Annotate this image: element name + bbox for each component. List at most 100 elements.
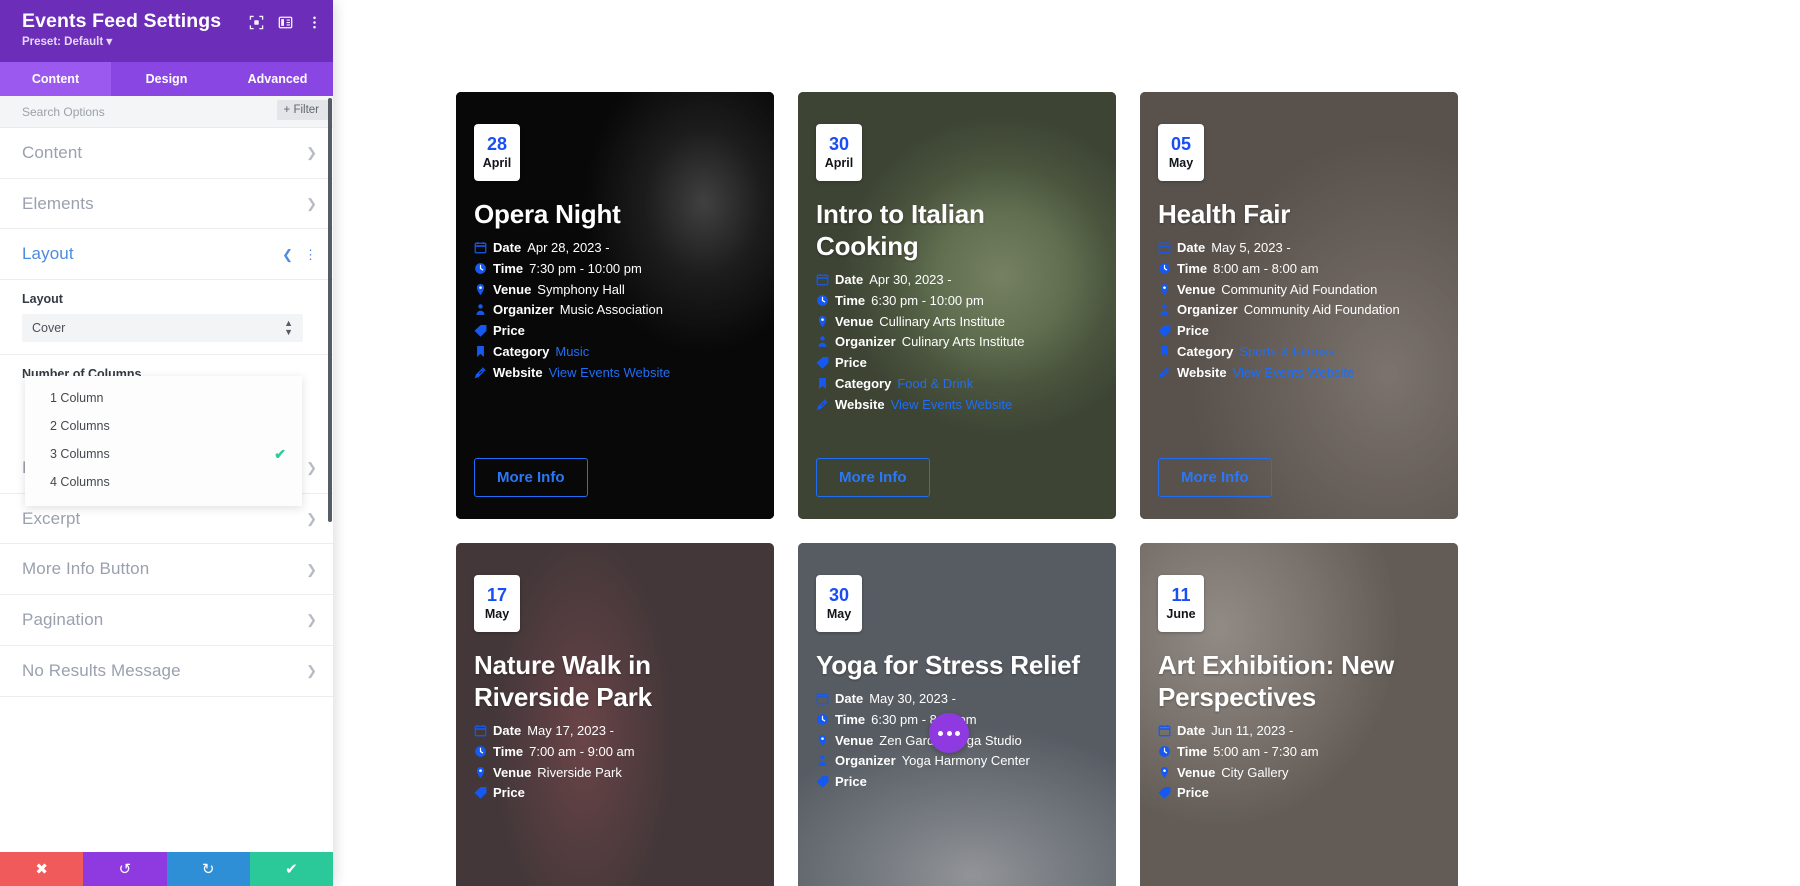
meta-value: Symphony Hall (537, 281, 625, 297)
option-label: 1 Column (50, 391, 104, 405)
dropdown-option-4-columns[interactable]: 4 Columns (25, 468, 302, 496)
columns-dropdown-list[interactable]: 1 Column 2 Columns 3 Columns ✔ 4 Columns (25, 376, 302, 506)
meta-value[interactable]: View Events Website (1233, 363, 1355, 384)
time-icon (1158, 745, 1171, 758)
preset-selector[interactable]: Preset: Default ▾ (22, 35, 319, 49)
meta-value: 8:00 am - 8:00 am (1213, 260, 1319, 276)
meta-label: Date (835, 691, 864, 706)
meta-value[interactable]: Food & Drink (897, 374, 973, 395)
section-label: Elements (22, 193, 94, 213)
meta-row-date: Date Apr 30, 2023 - (816, 270, 1094, 291)
organizer-icon (1158, 303, 1171, 316)
meta-label: Venue (1177, 281, 1216, 297)
meta-value: 5:00 am - 7:30 am (1213, 743, 1319, 759)
meta-value: Apr 30, 2023 - (869, 272, 952, 287)
section-label: More Info Button (22, 559, 150, 579)
meta-label: Price (493, 323, 525, 339)
date-icon (816, 273, 829, 286)
sidebar-section-elements[interactable]: Elements ❯ (0, 179, 333, 230)
meta-row-website: Website View Events Website (474, 363, 752, 384)
layout-icon[interactable] (277, 14, 294, 31)
chevron-up-icon: ❮ (282, 246, 293, 262)
meta-value: May 17, 2023 - (527, 723, 614, 738)
settings-tabs: Content Design Advanced (0, 62, 333, 96)
event-card[interactable]: 30 April Intro to Italian Cooking Date A… (798, 92, 1116, 519)
meta-value: 7:30 pm - 10:00 pm (529, 260, 642, 276)
layout-select[interactable]: Cover ▲ ▼ (22, 314, 303, 343)
meta-row-time: Time 8:00 am - 8:00 am (1158, 259, 1436, 280)
option-label: 2 Columns (50, 419, 110, 433)
more-info-button[interactable]: More Info (1158, 458, 1272, 497)
redo-button[interactable]: ↻ (166, 852, 250, 886)
meta-label: Website (835, 396, 885, 412)
organizer-icon (816, 335, 829, 348)
time-icon (1158, 262, 1171, 275)
sidebar-section-layout[interactable]: Layout ❮ ⋮ (0, 229, 333, 281)
venue-icon (816, 315, 829, 328)
meta-value[interactable]: Sports & Fitness (1239, 342, 1334, 363)
event-title: Intro to Italian Cooking (816, 199, 985, 261)
focus-icon[interactable] (248, 14, 265, 31)
more-info-button[interactable]: More Info (474, 458, 588, 497)
meta-value[interactable]: Music (555, 342, 589, 363)
filter-button[interactable]: + Filter (276, 100, 328, 120)
meta-row-organizer: Organizer Community Aid Foundation (1158, 300, 1436, 321)
meta-row-venue: Venue Riverside Park (474, 763, 752, 784)
sidebar-section-more-info-button[interactable]: More Info Button ❯ (0, 544, 333, 596)
meta-label: Venue (835, 313, 874, 329)
tab-advanced[interactable]: Advanced (222, 62, 333, 96)
chevron-down-icon: ❯ (306, 460, 317, 476)
meta-value: Cullinary Arts Institute (879, 313, 1006, 329)
meta-value: Culinary Arts Institute (901, 334, 1025, 350)
event-date-badge: 30 May (816, 575, 862, 632)
sidebar-section-pagination[interactable]: Pagination ❯ (0, 595, 333, 646)
undo-button[interactable]: ↺ (83, 852, 167, 886)
date-badge-month: June (1166, 607, 1196, 621)
meta-row-website: Website View Events Website (816, 395, 1094, 416)
date-icon (1158, 724, 1171, 737)
meta-row-venue: Venue Community Aid Foundation (1158, 280, 1436, 301)
meta-row-date: Date May 30, 2023 - (816, 689, 1094, 710)
website-icon (474, 366, 487, 379)
event-card[interactable]: 28 April Opera Night Date Apr 28, 2023 -… (456, 92, 774, 519)
save-button[interactable]: ✔ (249, 852, 333, 886)
time-icon (474, 262, 487, 275)
chevron-down-icon: ❯ (306, 145, 317, 161)
time-icon (816, 294, 829, 307)
price-icon (1158, 324, 1171, 337)
dropdown-option-1-column[interactable]: 1 Column (25, 384, 302, 412)
event-card[interactable]: 11 June Art Exhibition: New Perspectives… (1140, 543, 1458, 886)
website-icon (1158, 366, 1171, 379)
meta-value[interactable]: View Events Website (549, 363, 671, 384)
meta-label: Price (835, 774, 867, 790)
dropdown-option-3-columns[interactable]: 3 Columns ✔ (25, 440, 302, 468)
meta-row-price: Price (816, 353, 1094, 374)
event-card[interactable]: 05 May Health Fair Date May 5, 2023 - Ti… (1140, 92, 1458, 519)
tab-content[interactable]: Content (0, 62, 111, 96)
meta-row-price: Price (474, 783, 752, 804)
cancel-button[interactable]: ✖ (0, 852, 84, 886)
date-badge-day: 11 (1171, 585, 1191, 605)
search-input[interactable] (0, 104, 240, 119)
sidebar-section-content[interactable]: Content ❯ (0, 128, 333, 179)
event-card[interactable]: 17 May Nature Walk in Riverside Park Dat… (456, 543, 774, 886)
dropdown-option-2-columns[interactable]: 2 Columns (25, 412, 302, 440)
close-icon: ✖ (35, 861, 48, 878)
more-vertical-icon[interactable] (306, 14, 323, 31)
sidebar-scrollbar[interactable] (328, 98, 332, 522)
floating-options-button[interactable] (929, 713, 969, 753)
meta-label: Organizer (493, 302, 554, 318)
date-icon (1158, 241, 1171, 254)
section-options-icon[interactable]: ⋮ (304, 248, 317, 261)
date-badge-day: 30 (828, 585, 850, 605)
meta-label: Time (1177, 260, 1208, 276)
meta-value: 7:00 am - 9:00 am (529, 743, 635, 759)
more-info-button[interactable]: More Info (816, 458, 930, 497)
sidebar-section-no-results-message[interactable]: No Results Message ❯ (0, 646, 333, 697)
event-date-badge: 28 April (474, 124, 520, 181)
tab-design[interactable]: Design (111, 62, 222, 96)
meta-value[interactable]: View Events Website (891, 395, 1013, 416)
date-badge-day: 17 (486, 585, 508, 605)
event-date-badge: 30 April (816, 124, 862, 181)
meta-label: Price (835, 355, 867, 371)
